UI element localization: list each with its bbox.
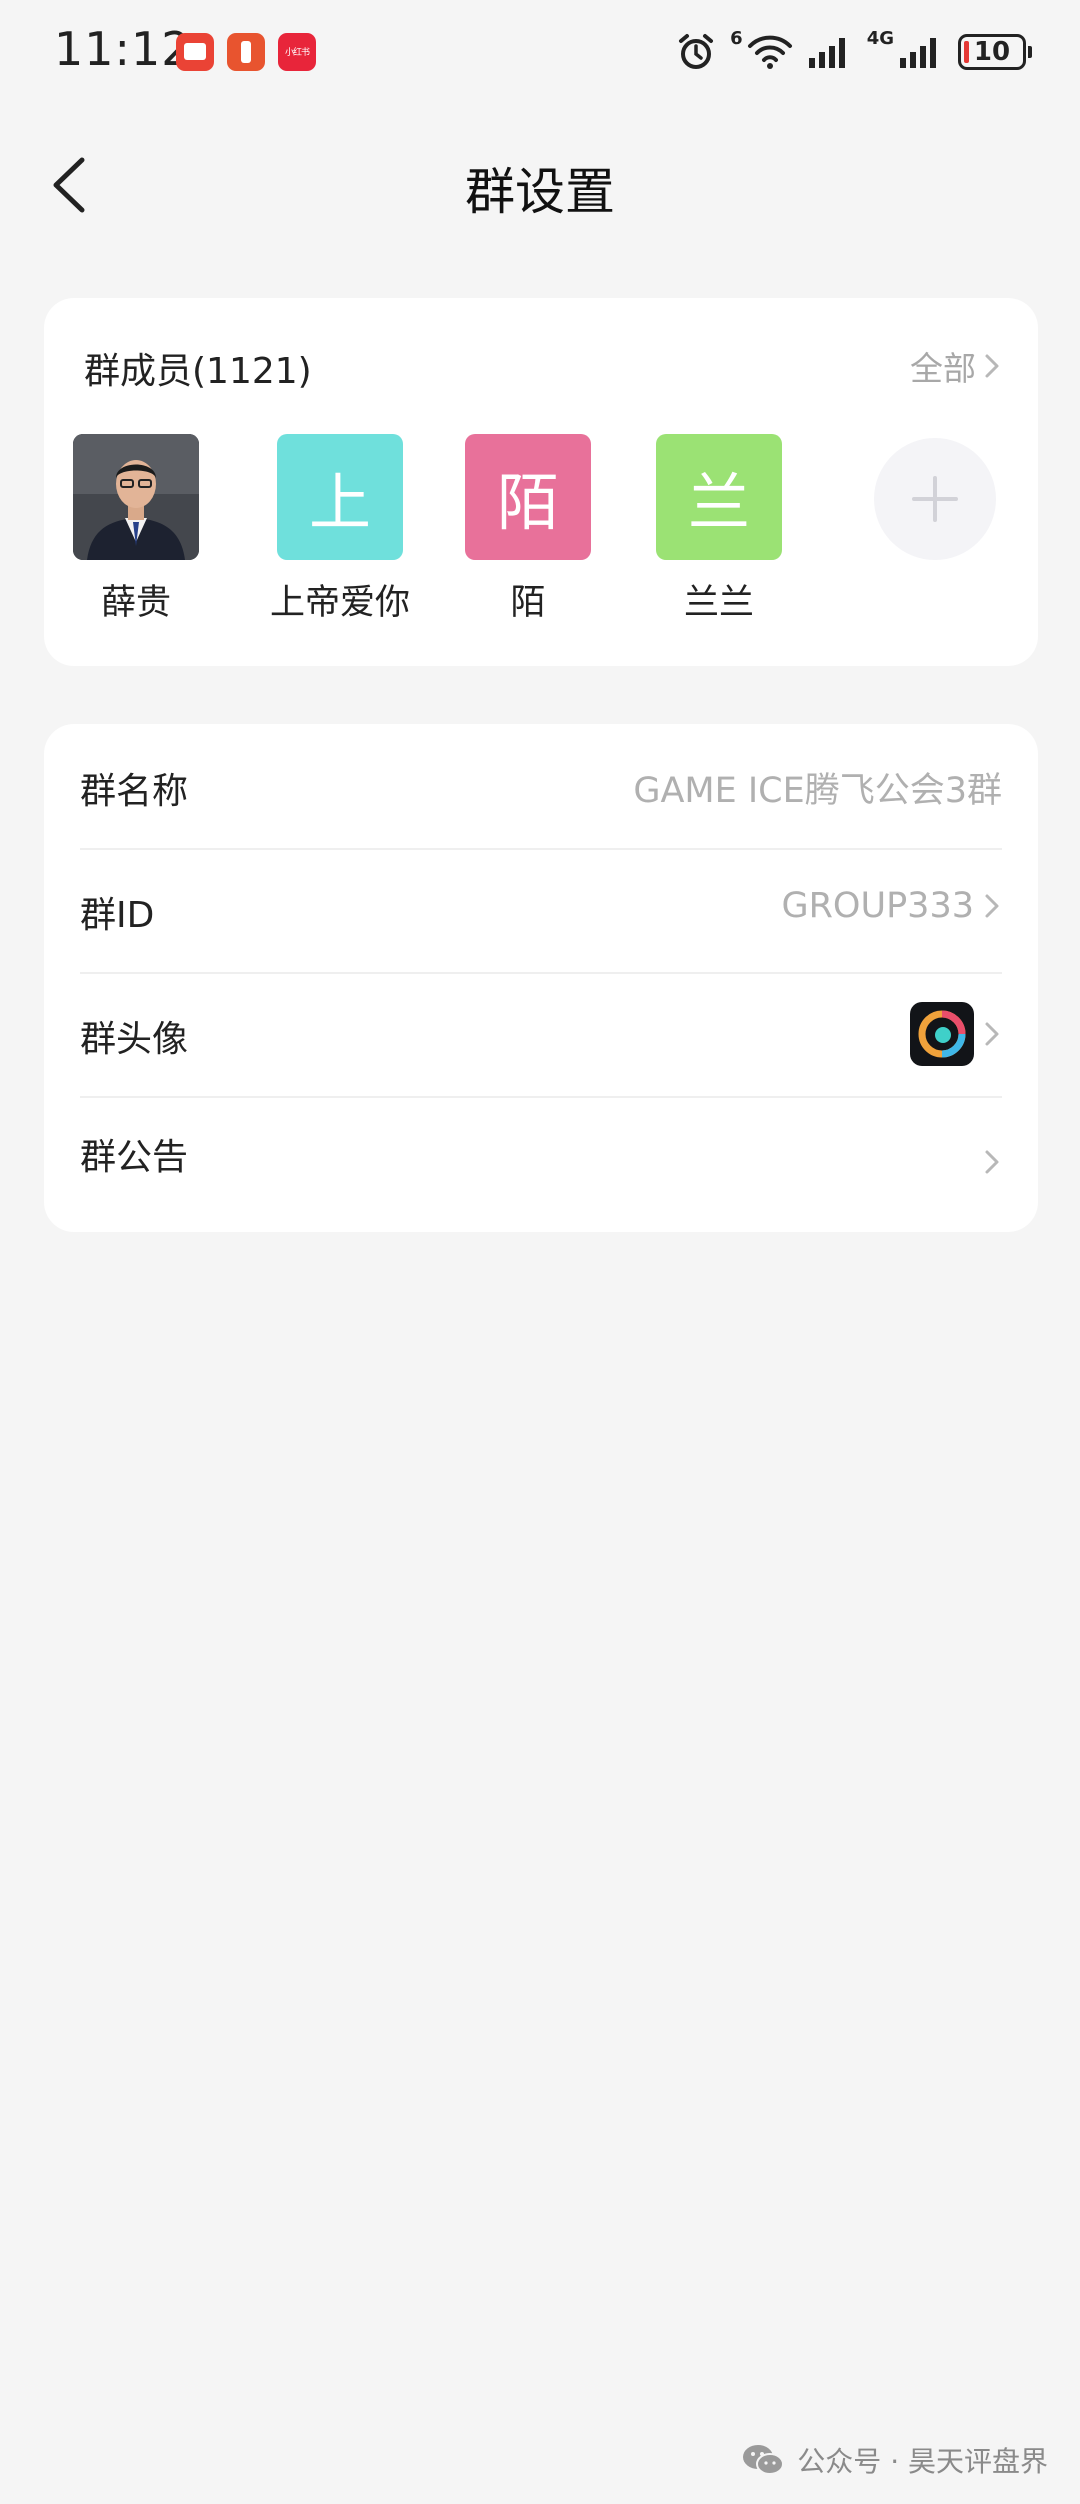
settings-card: 群名称 GAME ICE腾飞公会3群 群ID GROUP333 群头像 群公告 (44, 724, 1038, 1232)
member-avatar: 上 (277, 434, 403, 560)
chevron-right-icon (985, 1150, 999, 1174)
battery-indicator: 10 (958, 34, 1032, 70)
wechat-icon (743, 2445, 785, 2475)
group-avatar-value (910, 1002, 1002, 1066)
alarm-icon (679, 34, 714, 69)
add-member-button[interactable] (874, 438, 996, 560)
member-avatar (73, 434, 199, 560)
chevron-right-icon (985, 354, 999, 378)
member-avatar: 陌 (465, 434, 591, 560)
member-item[interactable]: 兰 兰兰 (629, 434, 809, 625)
group-name-row[interactable]: 群名称 GAME ICE腾飞公会3群 (80, 724, 1002, 850)
signal-icon (808, 38, 845, 68)
members-card: 群成员(1121) 全部 薛贵 上 上帝爱你 陌 陌 兰 兰兰 (44, 298, 1038, 666)
member-name: 兰兰 (683, 583, 754, 623)
group-avatar-image (910, 1002, 974, 1066)
status-time: 11:12 (54, 22, 192, 76)
group-avatar-row[interactable]: 群头像 (80, 972, 1002, 1098)
group-id-row[interactable]: 群ID GROUP333 (80, 848, 1002, 974)
signal-icon (900, 38, 936, 68)
notification-app-icon (227, 33, 265, 71)
notification-app-icon (176, 33, 214, 71)
status-bar: 11:12 小红书 6 4G 10 (0, 0, 1080, 100)
group-id-value: GROUP333 (781, 886, 1002, 926)
watermark-text: 公众号 · 昊天评盘界 (797, 2445, 1048, 2478)
group-name-label: 群名称 (80, 771, 189, 812)
wifi-6-label: 6 (730, 28, 743, 49)
group-notice-row[interactable]: 群公告 (80, 1096, 1002, 1232)
status-icons: 6 4G 10 (676, 28, 1032, 76)
member-item[interactable]: 上 上帝爱你 (250, 434, 430, 625)
view-all-label: 全部 (910, 349, 976, 388)
page-title: 群设置 (465, 163, 615, 221)
chevron-right-icon (985, 1022, 999, 1046)
member-name: 薛贵 (100, 583, 171, 623)
header: 群设置 (0, 100, 1080, 270)
view-all-members-button[interactable]: 全部 (910, 342, 1002, 390)
member-avatar: 兰 (656, 434, 782, 560)
network-4g-label: 4G (866, 28, 894, 49)
member-item[interactable]: 薛贵 (46, 434, 226, 625)
group-id-label: 群ID (80, 895, 155, 936)
members-title: 群成员(1121) (84, 351, 312, 392)
plus-icon (912, 476, 958, 522)
watermark: 公众号 · 昊天评盘界 (741, 2440, 1048, 2480)
game-logo-icon (918, 1010, 966, 1058)
member-name: 上帝爱你 (269, 583, 410, 623)
group-notice-value (982, 1146, 1002, 1178)
wifi-icon (747, 35, 792, 69)
member-item[interactable]: 陌 陌 (438, 434, 618, 625)
group-name-value: GAME ICE腾飞公会3群 (633, 771, 1002, 811)
member-name: 陌 (510, 583, 546, 623)
xiaohongshu-notification-icon: 小红书 (278, 33, 316, 71)
group-notice-label: 群公告 (80, 1137, 189, 1178)
member-photo-avatar (73, 434, 199, 560)
chevron-right-icon (985, 894, 999, 918)
group-avatar-label: 群头像 (80, 1019, 189, 1060)
